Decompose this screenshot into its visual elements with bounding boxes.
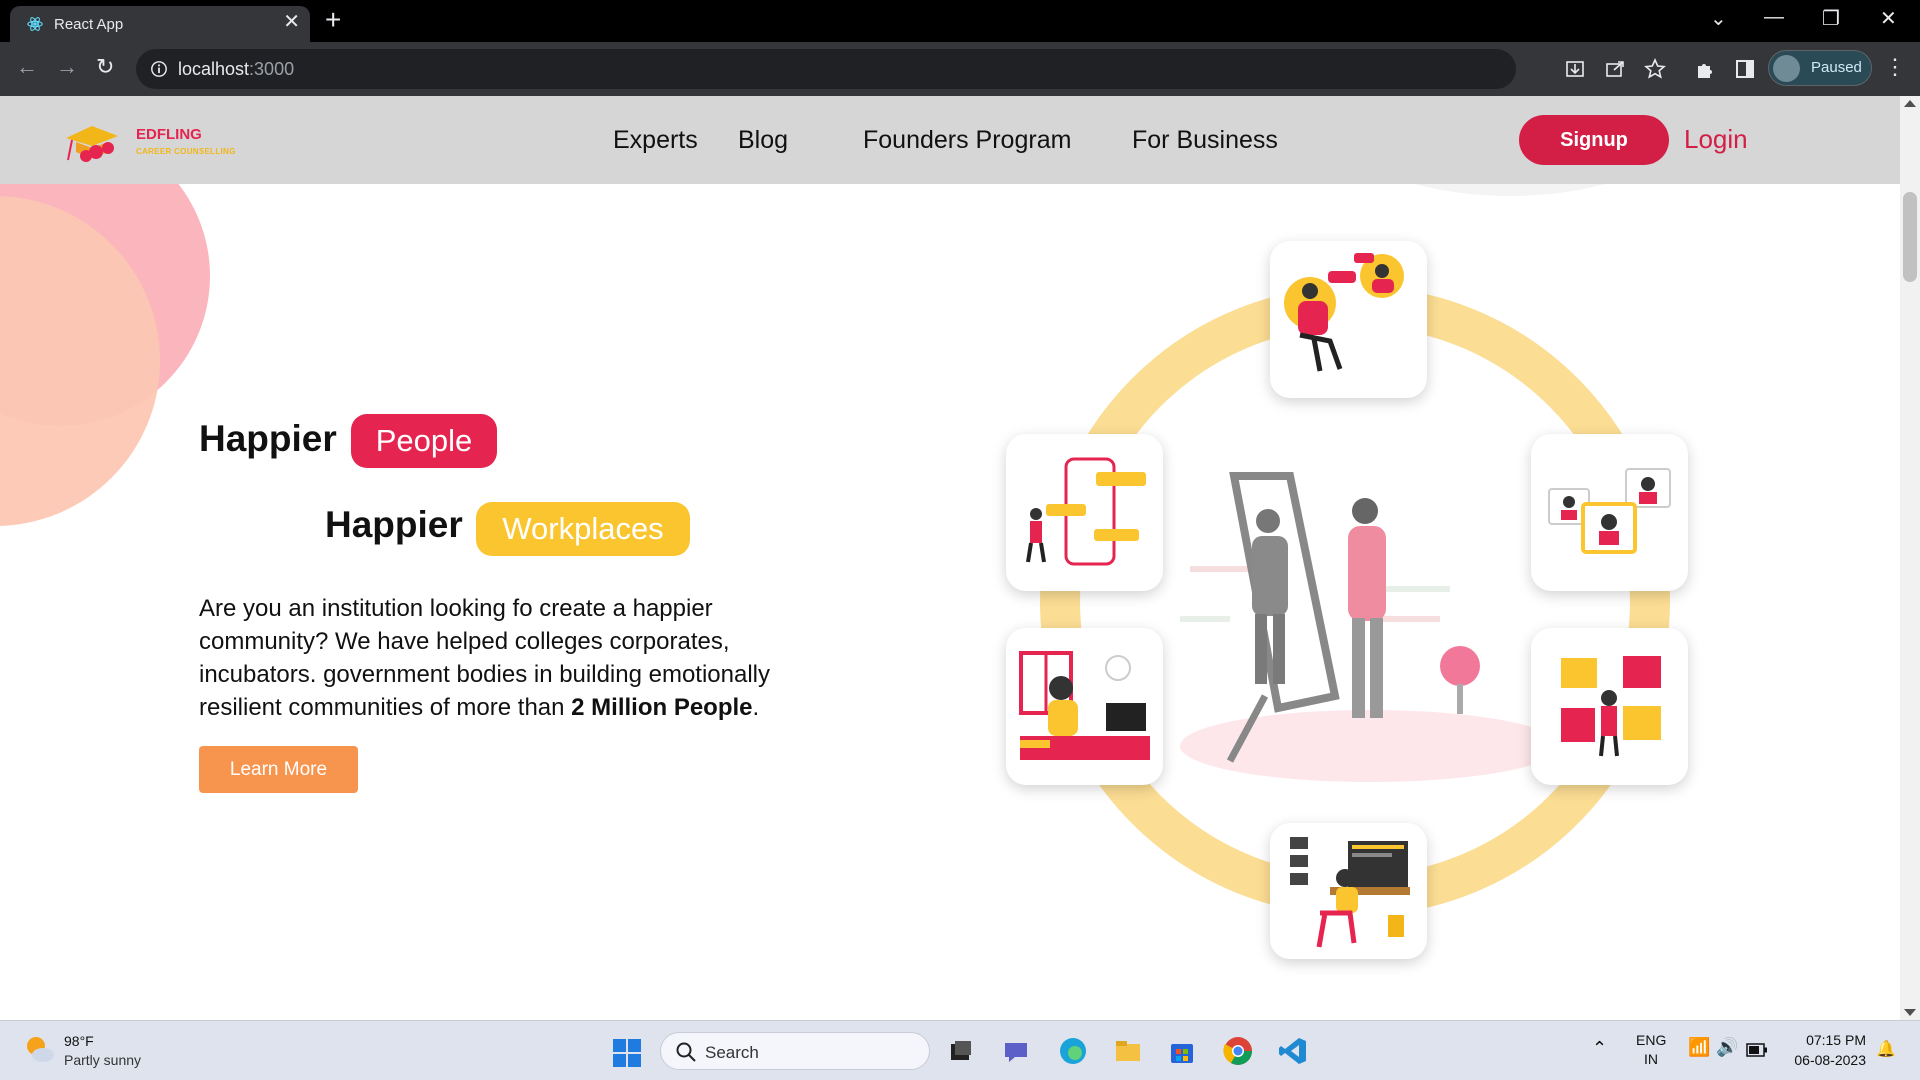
- browser-tab[interactable]: React App ✕: [10, 6, 310, 42]
- desk-work-illustration: [1019, 651, 1150, 760]
- scroll-up-arrow-icon[interactable]: [1904, 100, 1916, 107]
- illustration-card-chat: [1270, 241, 1427, 398]
- url-text: localhost:3000: [178, 59, 295, 79]
- task-view-icon[interactable]: [945, 1035, 977, 1067]
- video-call-illustration: [1548, 468, 1671, 554]
- browser-titlebar: React App ✕ + ⌄ — ❐ ✕: [0, 0, 1920, 42]
- wifi-icon[interactable]: 📶: [1688, 1037, 1710, 1058]
- scrollbar-thumb[interactable]: [1903, 192, 1917, 282]
- hero-description: Are you an institution looking fo create…: [199, 592, 839, 724]
- edfling-logo-icon[interactable]: [62, 116, 122, 168]
- login-link[interactable]: Login: [1684, 124, 1748, 155]
- teams-chat-icon[interactable]: [1000, 1035, 1032, 1067]
- battery-icon[interactable]: [1746, 1043, 1768, 1057]
- new-tab-button[interactable]: +: [325, 6, 341, 34]
- back-button[interactable]: ←: [16, 54, 38, 80]
- taskbar-search-box[interactable]: Search: [660, 1032, 930, 1070]
- browser-toolbar: ← → ↻ localhost:3000 Paused ⋮: [0, 42, 1920, 96]
- hero-word-happier: Happier: [199, 418, 337, 459]
- illustration-card-coding: [1270, 823, 1427, 959]
- nav-link-founders-program[interactable]: Founders Program: [863, 126, 1071, 155]
- bookmark-star-icon[interactable]: [1642, 56, 1668, 82]
- minimize-button[interactable]: —: [1764, 6, 1784, 29]
- reload-button[interactable]: ↻: [96, 54, 114, 80]
- clock-time: 07:15 PM: [1806, 1032, 1866, 1048]
- mobile-chat-illustration: [1026, 457, 1146, 566]
- address-bar[interactable]: localhost:3000: [136, 49, 1516, 89]
- illustration-card-mobile: [1006, 434, 1163, 591]
- system-clock[interactable]: 07:15 PM 06-08-2023: [1786, 1032, 1866, 1068]
- nav-link-experts[interactable]: Experts: [613, 126, 698, 155]
- illustration-card-desk-work: [1006, 628, 1163, 785]
- hero-pill-workplaces: Workplaces: [476, 502, 690, 556]
- install-icon[interactable]: [1562, 56, 1588, 82]
- search-icon: [676, 1042, 696, 1062]
- mirror-illustration: [1180, 472, 1560, 782]
- weather-temperature[interactable]: 98°F: [64, 1033, 94, 1049]
- forward-button[interactable]: →: [56, 54, 78, 80]
- hero-description-end: .: [752, 694, 760, 721]
- weather-description[interactable]: Partly sunny: [64, 1052, 141, 1068]
- hero-description-highlight: 2 Million People: [571, 694, 753, 721]
- show-hidden-icons-chevron-icon[interactable]: ⌃: [1592, 1038, 1607, 1059]
- signup-button[interactable]: Signup: [1519, 115, 1669, 165]
- tab-search-chevron-icon[interactable]: ⌄: [1710, 6, 1727, 31]
- windows-taskbar: 98°F Partly sunny Search ⌃ ENG IN 📶 🔊 07…: [0, 1020, 1920, 1080]
- language-indicator[interactable]: ENG: [1636, 1032, 1666, 1048]
- nav-link-blog[interactable]: Blog: [738, 126, 788, 155]
- learn-more-button[interactable]: Learn More: [199, 746, 358, 793]
- brand-name[interactable]: EDFLING: [136, 126, 202, 143]
- profile-status-label: Paused: [1811, 59, 1862, 76]
- profile-paused-button[interactable]: Paused: [1768, 50, 1872, 86]
- restore-button[interactable]: ❐: [1822, 6, 1840, 31]
- web-page: EDFLING CAREER COUNSELLING Experts Blog …: [0, 96, 1900, 1020]
- taskbar-search-label: Search: [705, 1043, 759, 1062]
- tab-title: React App: [54, 16, 124, 33]
- coding-illustration: [1290, 837, 1410, 948]
- chrome-browser-icon[interactable]: [1222, 1035, 1254, 1067]
- hero-word-happier: Happier: [325, 504, 463, 545]
- avatar: [1773, 55, 1800, 82]
- scroll-down-arrow-icon[interactable]: [1904, 1009, 1916, 1016]
- notification-bell-icon[interactable]: 🔔: [1876, 1039, 1896, 1059]
- clock-date: 06-08-2023: [1794, 1052, 1866, 1068]
- browser-menu-icon[interactable]: ⋮: [1884, 54, 1906, 80]
- windows-start-icon[interactable]: [612, 1038, 642, 1068]
- volume-icon[interactable]: 🔊: [1716, 1037, 1738, 1058]
- illustration-card-team: [1531, 628, 1688, 785]
- team-collage-illustration: [1561, 656, 1661, 757]
- region-indicator[interactable]: IN: [1644, 1051, 1658, 1067]
- close-tab-icon[interactable]: ✕: [283, 12, 300, 32]
- react-icon: [27, 17, 43, 31]
- brand-tagline: CAREER COUNSELLING: [136, 147, 236, 156]
- site-info-icon[interactable]: [150, 60, 168, 78]
- chat-illustration: [1284, 253, 1404, 372]
- microsoft-store-icon[interactable]: [1166, 1035, 1198, 1067]
- page-scrollbar[interactable]: [1900, 96, 1920, 1020]
- illustration-card-video-call: [1531, 434, 1688, 591]
- vscode-icon[interactable]: [1277, 1035, 1309, 1067]
- extensions-puzzle-icon[interactable]: [1692, 56, 1718, 82]
- site-navbar: EDFLING CAREER COUNSELLING Experts Blog …: [0, 96, 1900, 184]
- hero-pill-people: People: [351, 414, 497, 468]
- file-explorer-icon[interactable]: [1112, 1035, 1144, 1067]
- edge-browser-icon[interactable]: [1057, 1035, 1089, 1067]
- side-panel-icon[interactable]: [1732, 56, 1758, 82]
- nav-link-for-business[interactable]: For Business: [1132, 126, 1278, 155]
- share-icon[interactable]: [1602, 56, 1628, 82]
- partly-sunny-icon[interactable]: [22, 1032, 56, 1066]
- close-window-button[interactable]: ✕: [1880, 6, 1897, 31]
